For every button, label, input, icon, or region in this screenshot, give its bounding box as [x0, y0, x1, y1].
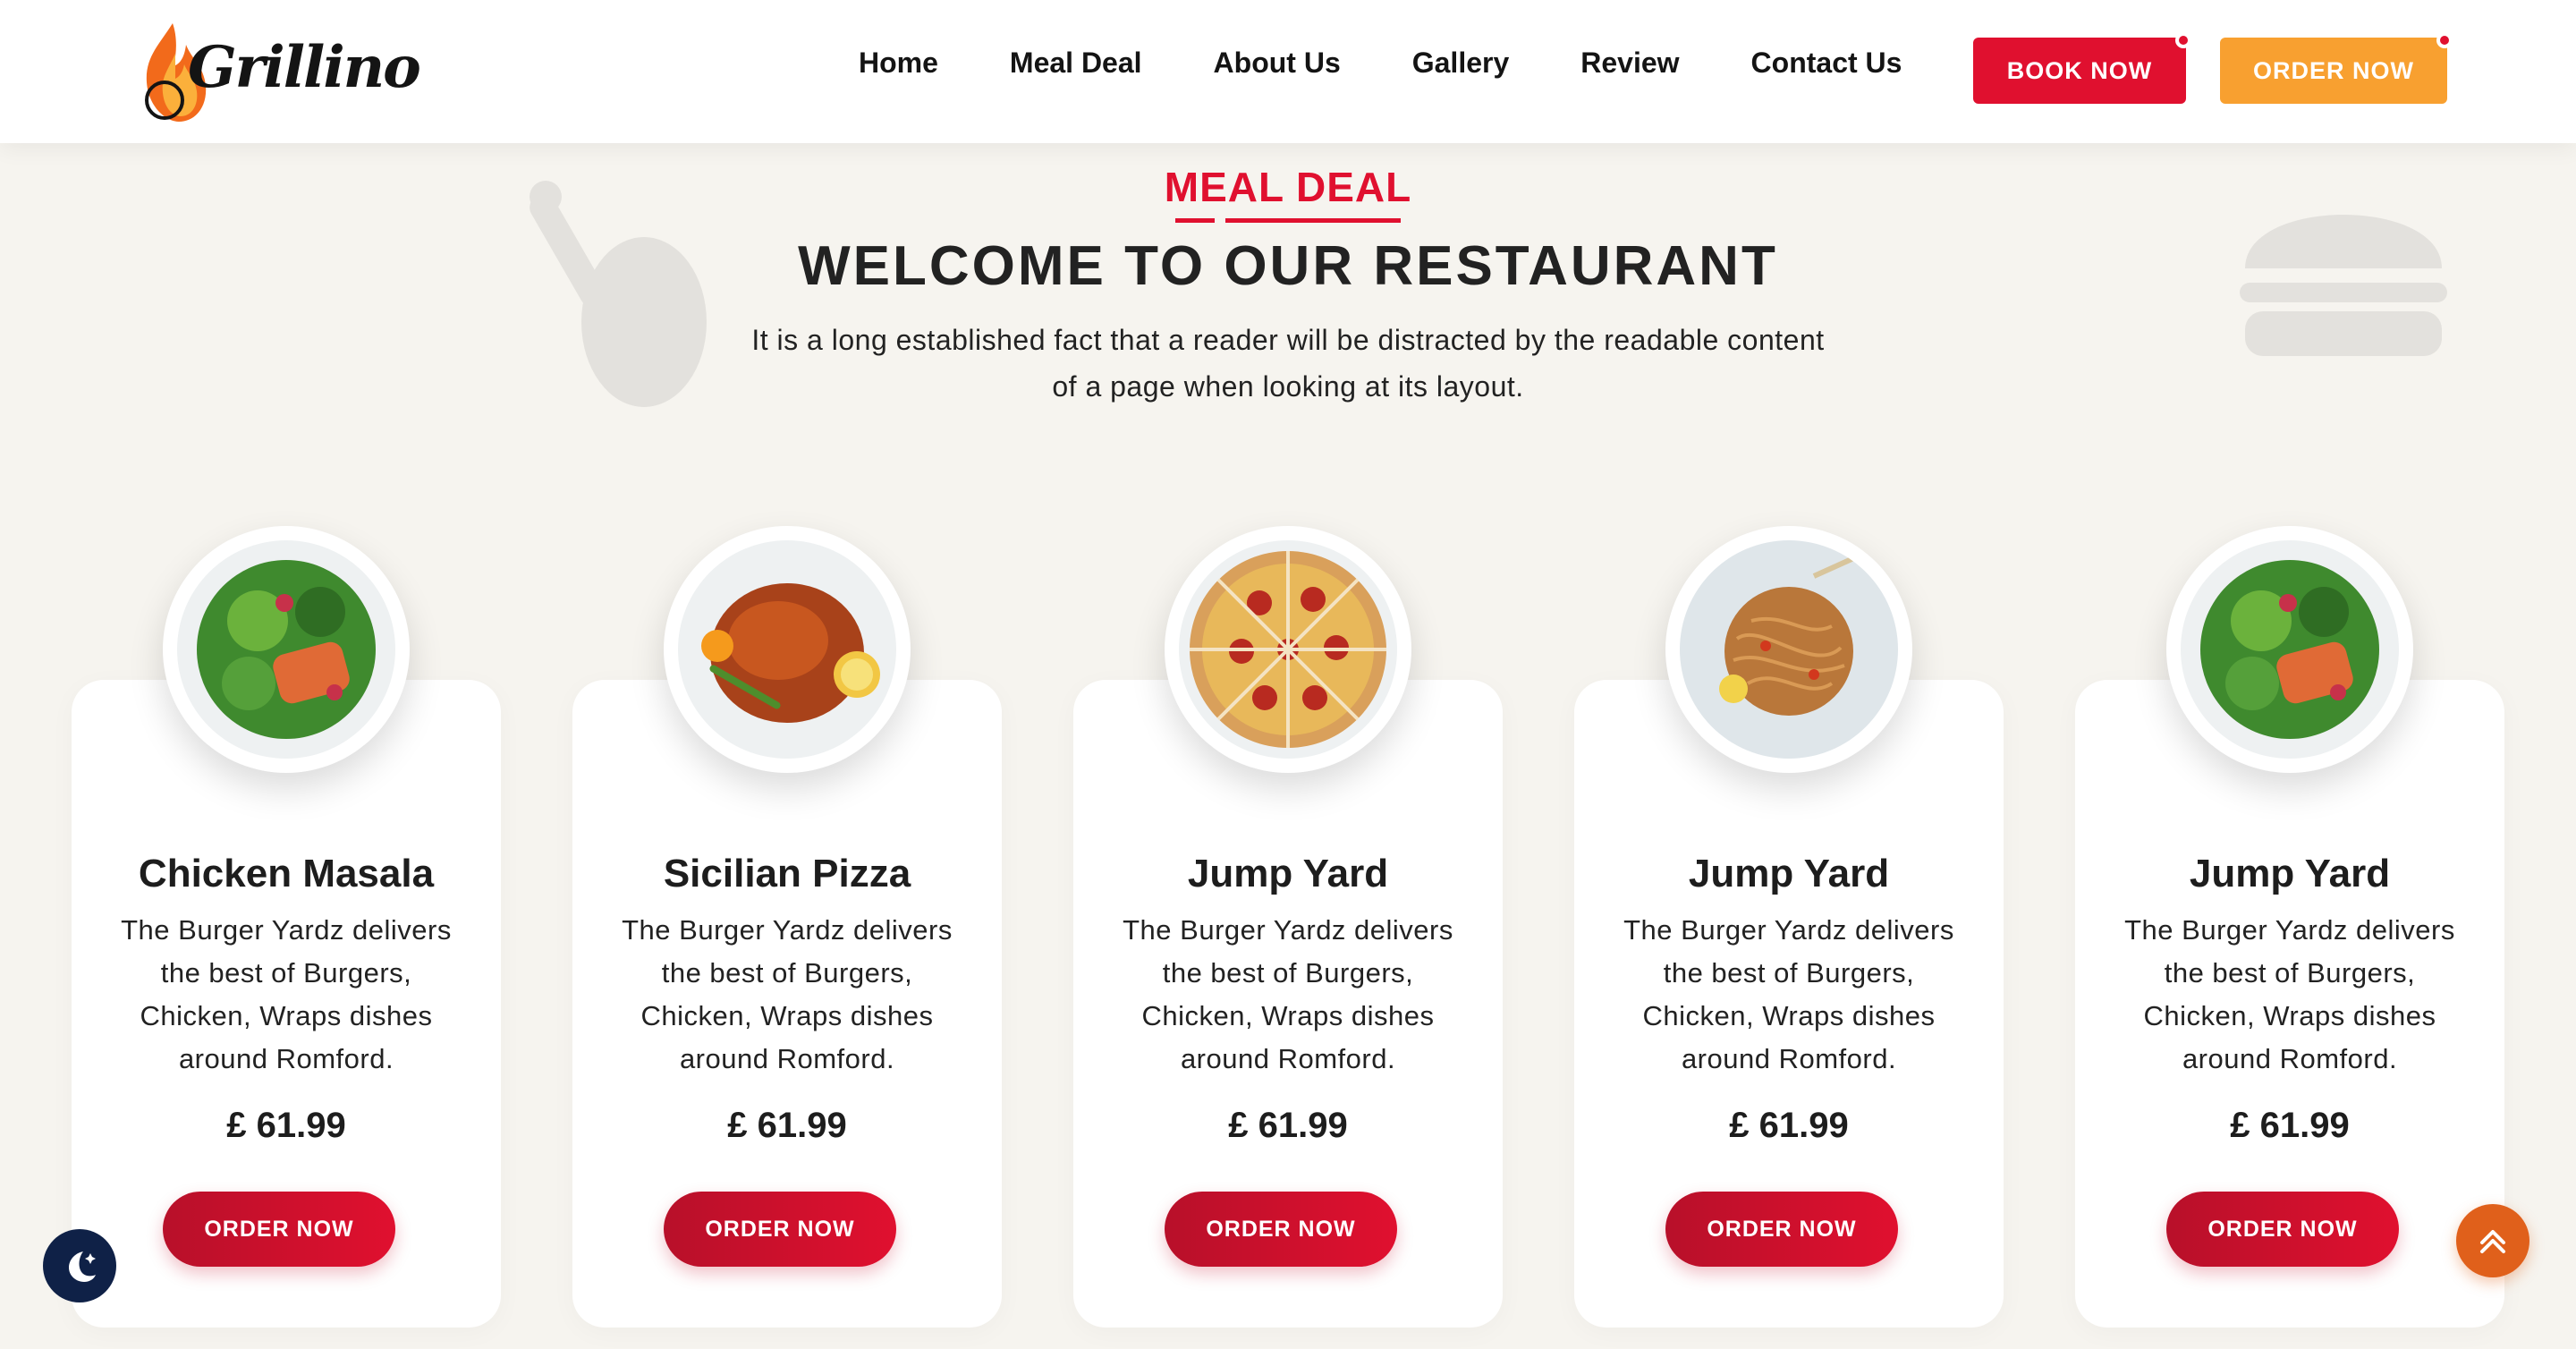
nav-item-about-us[interactable]: About Us [1214, 47, 1341, 80]
book-now-button[interactable]: BOOK NOW [1973, 32, 2191, 104]
noodles-plate-icon [1665, 526, 1912, 773]
meal-card: Chicken Masala The Burger Yardz delivers… [72, 526, 501, 1328]
notification-dot [2436, 32, 2453, 48]
section-description: It is a long established fact that a rea… [751, 324, 1825, 403]
nav-item-gallery[interactable]: Gallery [1412, 47, 1510, 80]
card-title: Chicken Masala [138, 852, 435, 895]
pizza-plate-icon [1165, 526, 1411, 773]
theme-toggle-button[interactable] [43, 1229, 116, 1302]
main-nav: Home Meal Deal About Us Gallery Review C… [859, 47, 1902, 80]
scroll-to-top-button[interactable] [2456, 1204, 2529, 1277]
order-now-button[interactable]: ORDER NOW [163, 1192, 395, 1267]
double-chevron-up-icon [2480, 1230, 2505, 1253]
card-description: The Burger Yardz delivers the best of Bu… [1623, 914, 1954, 1074]
card-title: Jump Yard [1688, 852, 1890, 895]
book-now-label: BOOK NOW [2006, 56, 2153, 84]
card-description: The Burger Yardz delivers the best of Bu… [121, 914, 452, 1074]
tag-underline [1175, 218, 1215, 223]
order-now-button[interactable]: ORDER NOW [1165, 1192, 1397, 1267]
nav-item-home[interactable]: Home [859, 47, 938, 80]
moon-icon [69, 1251, 96, 1282]
nav-item-meal-deal[interactable]: Meal Deal [1010, 47, 1142, 80]
meal-card: Jump Yard The Burger Yardz delivers the … [1073, 526, 1503, 1328]
salad-plate-icon [2166, 526, 2413, 773]
card-description: The Burger Yardz delivers the best of Bu… [2124, 914, 2455, 1074]
salad-plate-icon [163, 526, 410, 773]
meal-card: Sicilian Pizza The Burger Yardz delivers… [572, 526, 1002, 1328]
card-price: £ 61.99 [2230, 1106, 2350, 1145]
notification-dot [2175, 32, 2191, 48]
section-title: WELCOME TO OUR RESTAURANT [798, 235, 1778, 297]
nav-item-contact-us[interactable]: Contact Us [1751, 47, 1902, 80]
order-now-header-button[interactable]: ORDER NOW [2220, 32, 2453, 104]
nav-item-review[interactable]: Review [1580, 47, 1679, 80]
order-now-button[interactable]: ORDER NOW [1665, 1192, 1898, 1267]
card-title: Jump Yard [1187, 852, 1389, 895]
site-header: Grillino Home Meal Deal About Us Gallery… [0, 0, 2576, 143]
card-description: The Burger Yardz delivers the best of Bu… [1123, 914, 1453, 1074]
order-now-button[interactable]: ORDER NOW [664, 1192, 896, 1267]
tag-underline [1225, 218, 1401, 223]
meal-card: Jump Yard The Burger Yardz delivers the … [2075, 526, 2504, 1328]
section-tag: MEAL DEAL [1164, 164, 1412, 210]
roast-chicken-plate-icon [664, 526, 911, 773]
card-price: £ 61.99 [1729, 1106, 1849, 1145]
order-now-label: ORDER NOW [2253, 56, 2414, 84]
order-now-button[interactable]: ORDER NOW [2166, 1192, 2399, 1267]
brand-name: Grillino [188, 34, 421, 101]
card-description: The Burger Yardz delivers the best of Bu… [622, 914, 953, 1074]
card-price: £ 61.99 [1228, 1106, 1348, 1145]
brand-logo[interactable]: Grillino [132, 18, 421, 129]
card-price: £ 61.99 [727, 1106, 847, 1145]
card-title: Jump Yard [2189, 852, 2391, 895]
card-title: Sicilian Pizza [663, 852, 911, 895]
meal-card: Jump Yard The Burger Yardz delivers the … [1574, 526, 2004, 1328]
card-price: £ 61.99 [226, 1106, 346, 1145]
